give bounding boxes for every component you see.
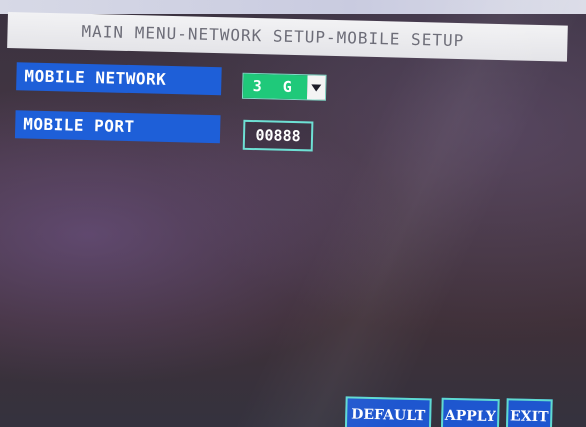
mobile-network-label: MOBILE NETWORK <box>16 62 222 96</box>
chevron-down-icon[interactable] <box>306 75 326 100</box>
screen-bezel-strip <box>0 0 586 14</box>
mobile-setup-menu: MAIN MENU-NETWORK SETUP-MOBILE SETUP MOB… <box>0 12 586 427</box>
apply-button[interactable]: APPLY <box>440 397 500 427</box>
mobile-port-label: MOBILE PORT <box>14 110 221 144</box>
dvr-screen: MAIN MENU-NETWORK SETUP-MOBILE SETUP MOB… <box>0 0 586 427</box>
default-button[interactable]: DEFAULT <box>344 396 432 427</box>
exit-button[interactable]: EXIT <box>505 398 553 427</box>
mobile-network-value: 3 G <box>242 73 308 100</box>
mobile-port-input[interactable]: 00888 <box>242 119 314 152</box>
page-title: MAIN MENU-NETWORK SETUP-MOBILE SETUP <box>7 12 568 62</box>
mobile-network-select[interactable]: 3 G <box>241 72 327 101</box>
